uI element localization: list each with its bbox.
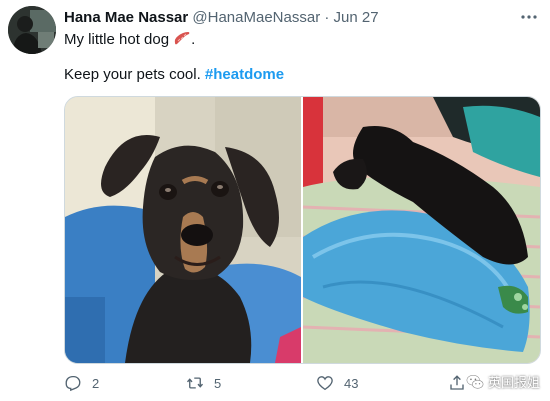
reply-button[interactable]: 2 <box>64 374 99 392</box>
tweet-text-suffix: . <box>191 31 196 48</box>
hashtag-link[interactable]: #heatdome <box>205 66 284 83</box>
like-count: 43 <box>344 375 359 391</box>
tweet-text: Keep your pets cool. <box>64 66 205 83</box>
separator-dot: · <box>324 9 330 26</box>
watermark-text: 英国报姐 <box>487 375 540 390</box>
photo-dog-portrait[interactable] <box>65 97 301 363</box>
watermark: 英国报姐 <box>466 372 540 391</box>
retweet-count: 5 <box>214 375 222 391</box>
tweet-header: Hana Mae Nassar @HanaMaeNassar · Jun 27 <box>64 9 379 26</box>
photo-dog-on-cooling-mat[interactable] <box>303 97 540 363</box>
media-gallery <box>64 96 541 364</box>
reply-icon <box>65 375 81 392</box>
wechat-icon <box>466 374 484 389</box>
tweet-text-line2: Keep your pets cool. #heatdome <box>64 66 284 83</box>
avatar[interactable] <box>8 6 56 54</box>
tweet-text: My little hot dog <box>64 31 170 48</box>
tweet-date[interactable]: Jun 27 <box>334 9 379 26</box>
retweet-button[interactable]: 5 <box>186 374 221 392</box>
more-options-icon[interactable] <box>520 8 538 31</box>
reply-count: 2 <box>92 375 100 391</box>
avatar-image <box>8 6 56 54</box>
tweet[interactable]: Hana Mae Nassar @HanaMaeNassar · Jun 27 … <box>0 0 550 401</box>
sausage-emoji-icon <box>173 30 191 50</box>
display-name[interactable]: Hana Mae Nassar <box>64 9 188 26</box>
retweet-icon <box>186 377 204 389</box>
heart-icon <box>317 376 333 391</box>
tweet-text-line1: My little hot dog . <box>64 30 195 50</box>
user-handle[interactable]: @HanaMaeNassar <box>192 9 320 26</box>
like-button[interactable]: 43 <box>316 374 358 392</box>
share-icon <box>450 375 464 390</box>
